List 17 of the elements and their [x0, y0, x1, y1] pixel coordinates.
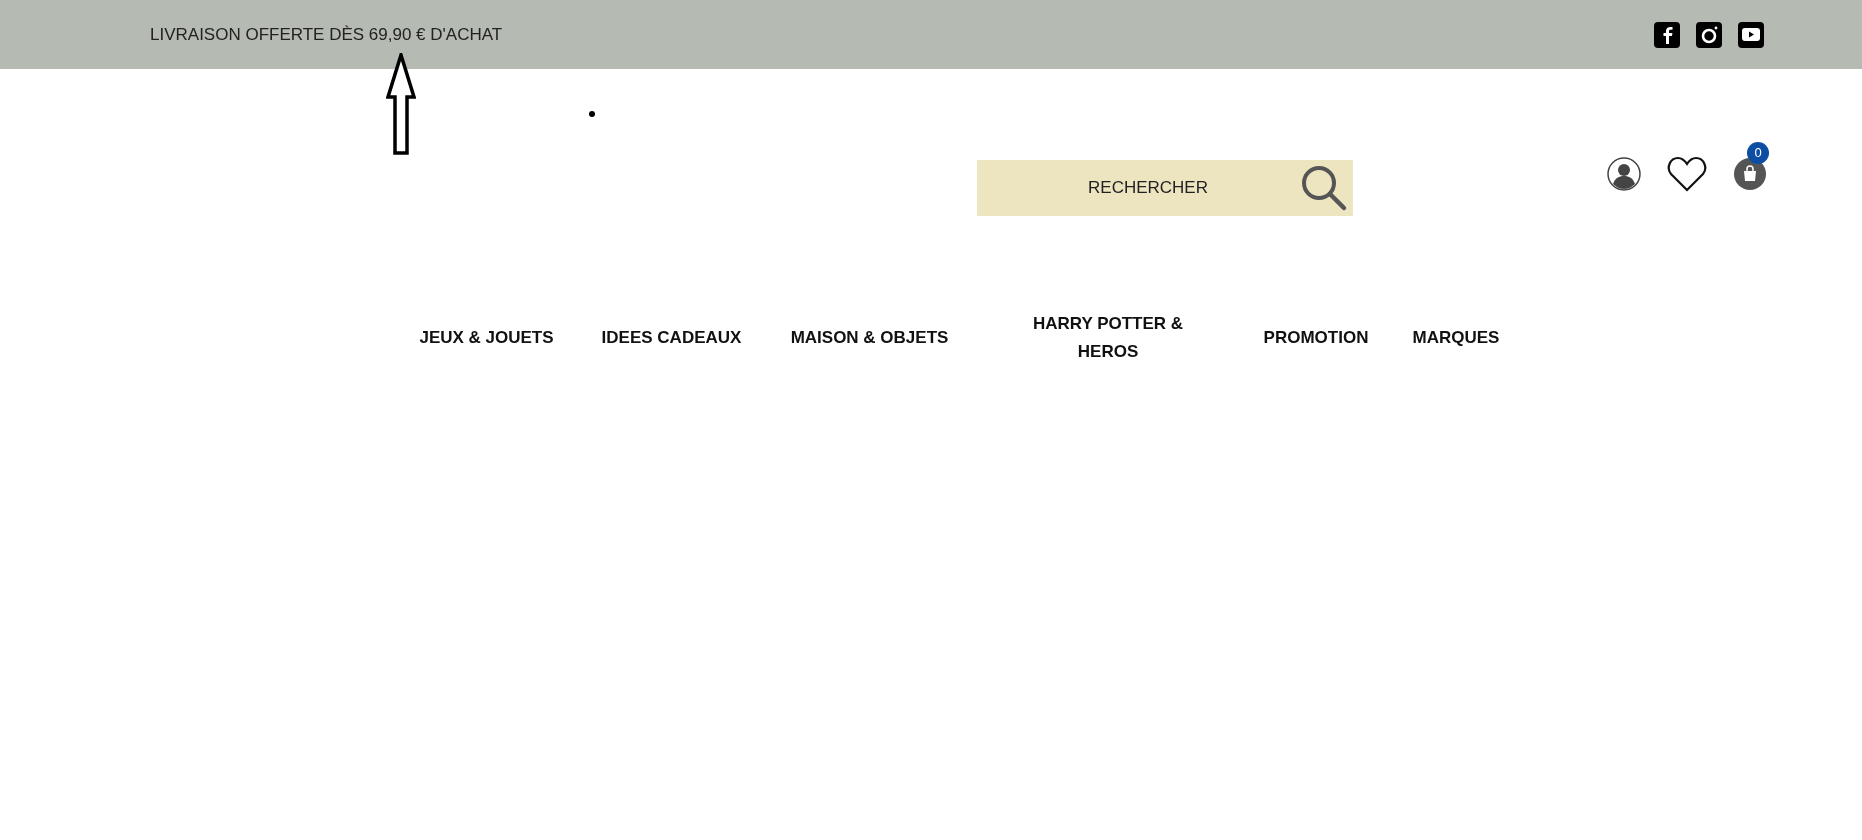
free-shipping-message: LIVRAISON OFFERTE DÈS 69,90 € D'ACHAT	[150, 23, 503, 46]
heart-icon[interactable]	[1667, 156, 1707, 192]
instagram-icon[interactable]	[1696, 21, 1722, 48]
nav-link[interactable]: HARRY POTTER & HEROS	[993, 310, 1223, 366]
facebook-icon[interactable]	[1654, 21, 1680, 48]
shopping-bag-icon[interactable]	[1733, 157, 1767, 191]
user-account-icon[interactable]	[1607, 157, 1641, 191]
up-arrow-icon	[386, 53, 416, 155]
nav-link[interactable]: IDEES CADEAUX	[597, 324, 746, 352]
video-play-icon[interactable]	[1738, 21, 1764, 48]
search-icon[interactable]	[1299, 163, 1349, 213]
dot-mark	[589, 111, 595, 117]
nav-link[interactable]: MARQUES	[1409, 324, 1503, 352]
nav-link[interactable]: MAISON & OBJETS	[785, 324, 954, 352]
nav-link[interactable]: PROMOTION	[1262, 324, 1370, 352]
cart-count-badge: 0	[1747, 142, 1769, 164]
nav-link[interactable]: JEUX & JOUETS	[415, 324, 558, 352]
